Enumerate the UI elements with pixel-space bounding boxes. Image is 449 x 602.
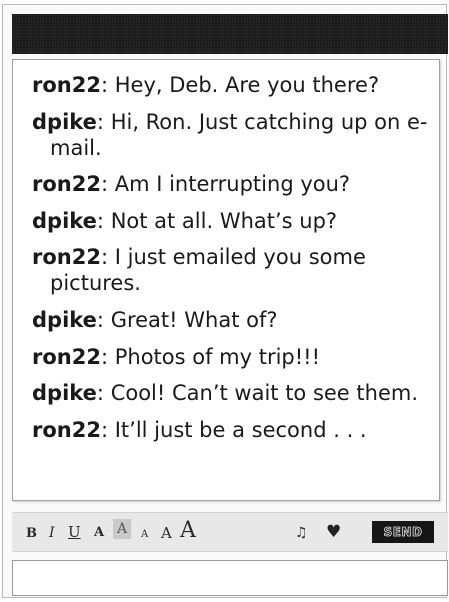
italic-button[interactable]: I	[49, 526, 55, 540]
sender-separator: :	[100, 417, 115, 442]
chat-transcript: ron22: Hey, Deb. Are you there? dpike: H…	[12, 59, 440, 501]
message-text: Great! What of?	[110, 307, 278, 332]
message-text: Not at all. What’s up?	[110, 208, 338, 233]
message-text: Am I interrupting you?	[114, 172, 351, 197]
highlight-button[interactable]: A	[113, 519, 131, 539]
message-item: ron22: Am I interrupting you?	[32, 171, 442, 197]
sender-separator: :	[96, 208, 111, 233]
message-sender: ron22	[32, 344, 101, 369]
sender-separator: :	[96, 307, 111, 332]
font-color-button[interactable]: A	[94, 526, 104, 539]
message-sender: dpike	[32, 307, 97, 332]
message-sender: ron22	[32, 417, 101, 442]
heart-icon[interactable]: ♥	[326, 524, 341, 541]
message-sender: ron22	[32, 172, 101, 197]
message-text: It’ll just be a second . . .	[114, 417, 367, 442]
message-text: Cool! Can’t wait to see them.	[110, 381, 418, 406]
message-sender: ron22	[32, 73, 101, 97]
message-text: Photos of my trip!!!	[114, 344, 321, 369]
sender-separator: :	[100, 344, 115, 369]
font-size-large-button[interactable]: A	[180, 520, 196, 542]
sender-separator: :	[96, 381, 111, 406]
message-sender: ron22	[32, 245, 101, 270]
bold-button[interactable]: B	[26, 527, 37, 540]
font-size-medium-button[interactable]: A	[161, 526, 172, 541]
message-sender: dpike	[32, 208, 97, 233]
title-bar	[12, 14, 448, 54]
sender-separator: :	[100, 245, 115, 270]
message-item: dpike: Cool! Can’t wait to see them.	[32, 380, 442, 406]
font-size-small-button[interactable]: A	[141, 530, 148, 540]
send-button[interactable]: SEND	[372, 521, 434, 543]
message-item: dpike: Not at all. What’s up?	[32, 208, 442, 234]
message-item: dpike: Hi, Ron. Just catching up on e-ma…	[32, 109, 442, 161]
sender-separator: :	[100, 73, 115, 97]
send-button-label: SEND	[383, 525, 423, 540]
message-input[interactable]	[12, 560, 448, 596]
message-item: ron22: It’ll just be a second . . .	[32, 417, 442, 443]
sender-separator: :	[100, 172, 115, 197]
message-item: dpike: Great! What of?	[32, 307, 442, 333]
message-item: ron22: Hey, Deb. Are you there?	[32, 72, 442, 98]
message-list: ron22: Hey, Deb. Are you there? dpike: H…	[13, 60, 439, 443]
underline-button[interactable]: U	[68, 525, 81, 540]
formatting-toolbar: B I U A A A A A ♫ ♥ SEND	[12, 512, 448, 552]
message-item: ron22: I just emailed you some pictures.	[32, 244, 442, 296]
message-sender: dpike	[32, 381, 97, 406]
sender-separator: :	[96, 109, 111, 134]
message-item: ron22: Photos of my trip!!!	[32, 344, 442, 370]
message-sender: dpike	[32, 109, 97, 134]
message-text: Hey, Deb. Are you there?	[114, 73, 380, 97]
music-note-icon[interactable]: ♫	[295, 526, 308, 540]
